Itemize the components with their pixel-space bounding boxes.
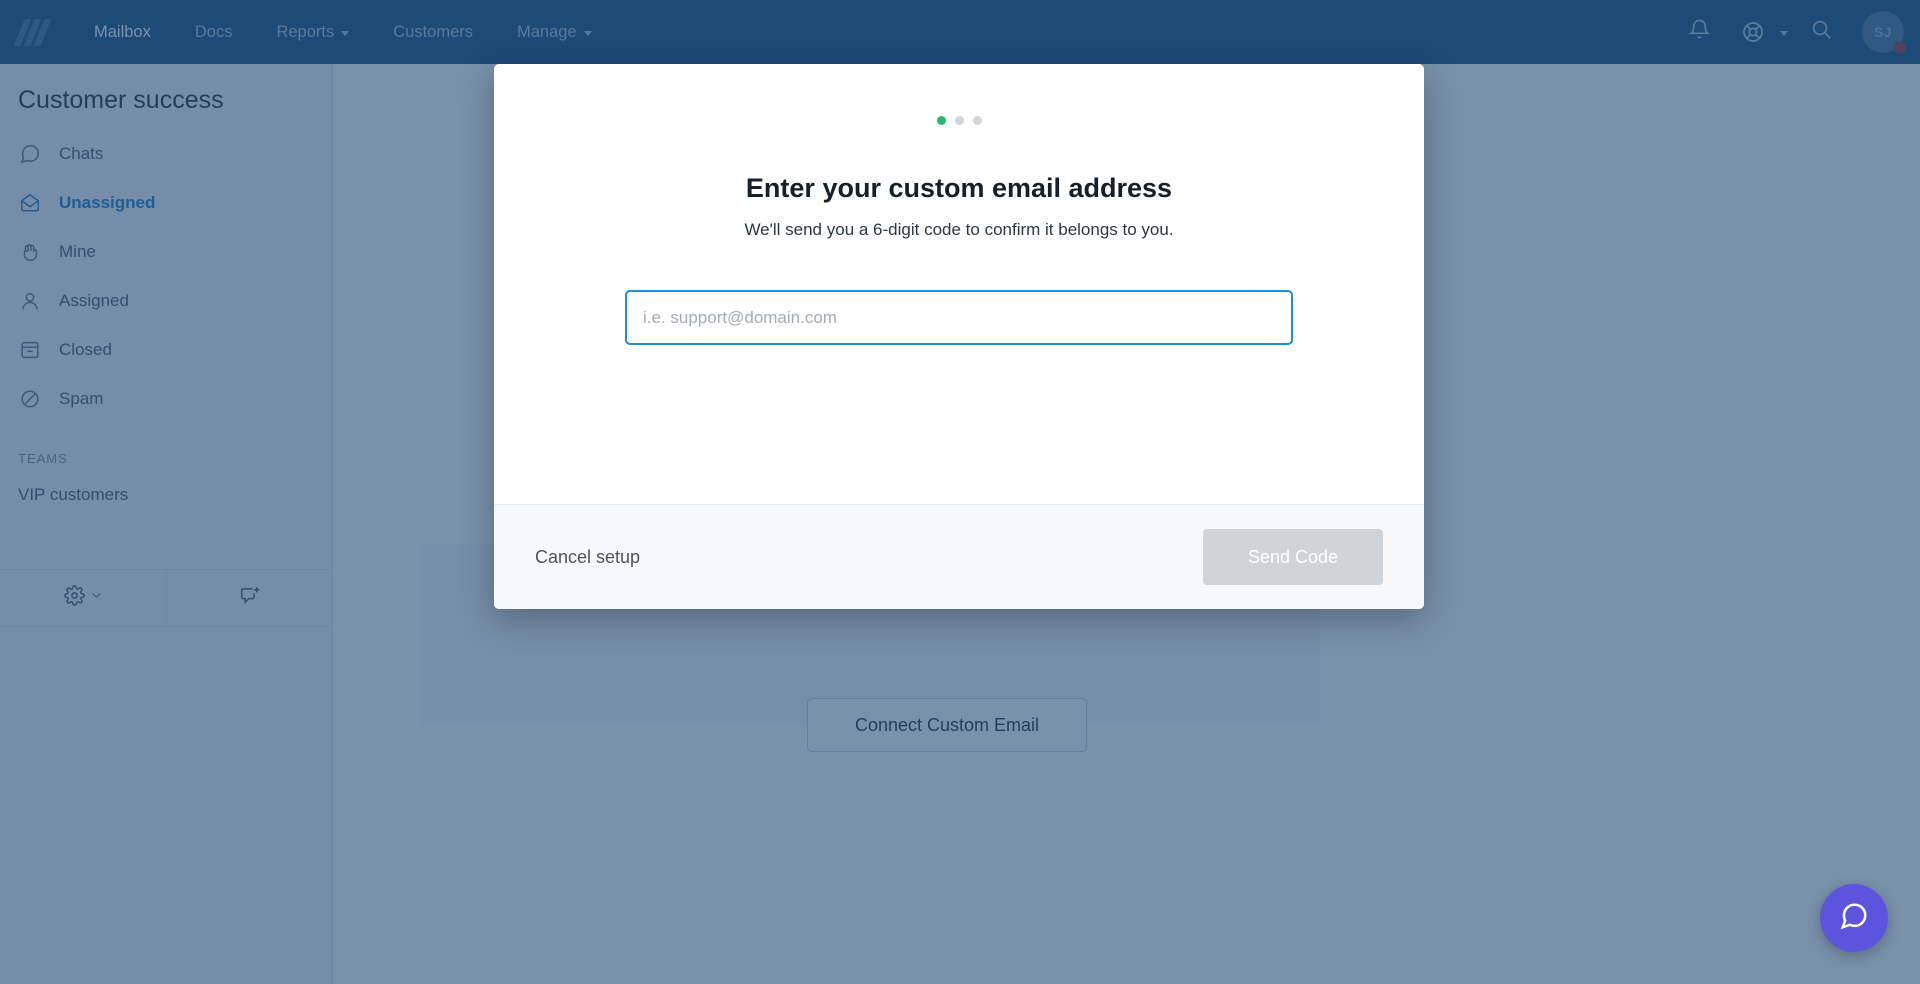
modal-subtitle: We'll send you a 6-digit code to confirm…: [744, 220, 1174, 239]
chat-bubble-icon: [1839, 901, 1869, 936]
modal-body: Enter your custom email address We'll se…: [494, 64, 1424, 504]
app-root: Connect Custom Email Customer success Ch…: [0, 0, 1920, 984]
cancel-setup-button[interactable]: Cancel setup: [535, 547, 640, 568]
custom-email-setup-modal: Enter your custom email address We'll se…: [494, 64, 1424, 609]
modal-title: Enter your custom email address: [745, 173, 1173, 203]
send-code-button[interactable]: Send Code: [1203, 529, 1383, 585]
custom-email-input[interactable]: [625, 290, 1293, 345]
modal-footer: Cancel setup Send Code: [494, 504, 1424, 609]
step-dot-3: [972, 116, 982, 125]
support-beacon-button[interactable]: [1820, 884, 1888, 952]
step-dot-2: [954, 116, 964, 125]
step-indicator: [494, 116, 1424, 125]
step-dot-1: [936, 116, 946, 125]
